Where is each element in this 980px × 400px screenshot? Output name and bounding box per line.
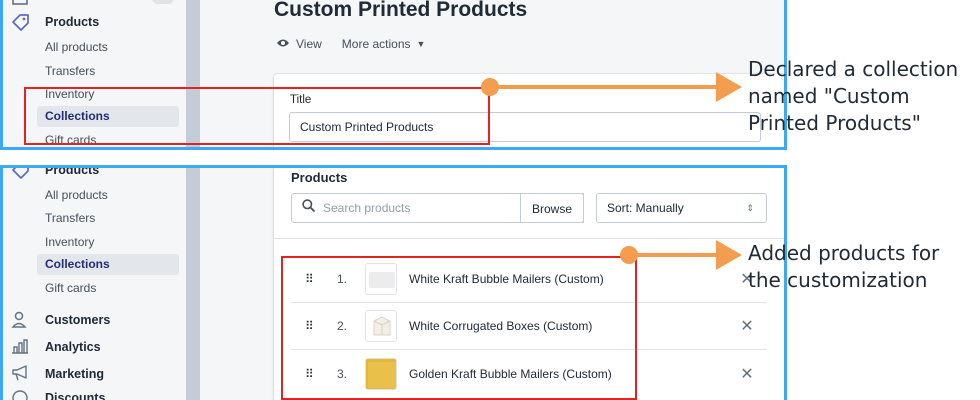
drag-handle-icon[interactable]: ⠿	[305, 367, 327, 381]
callout-dot	[620, 246, 638, 264]
callout-dot	[481, 78, 499, 96]
megaphone-icon	[11, 365, 31, 383]
sidebar-subitem-all-products[interactable]: All products	[45, 188, 108, 202]
sidebar-item-label: Analytics	[45, 340, 101, 354]
drag-handle-icon[interactable]: ⠿	[305, 272, 327, 286]
bar-chart-icon	[11, 338, 31, 356]
product-row[interactable]: ⠿ 1. White Kraft Bubble Mailers (Custom)…	[291, 256, 767, 303]
sidebar-item-products[interactable]: Products	[11, 167, 99, 179]
product-row-number: 1.	[337, 272, 348, 286]
divider	[274, 238, 785, 239]
browse-button[interactable]: Browse	[520, 193, 584, 223]
callout-arrow-line	[490, 85, 722, 89]
products-card: Products Search products Browse Sort: Ma…	[274, 167, 785, 400]
sidebar-subitem-collections[interactable]: Collections	[37, 106, 179, 127]
sidebar-item-marketing[interactable]: Marketing	[11, 365, 104, 383]
annotation-collection: Declared a collection named "Custom Prin…	[748, 57, 959, 135]
more-actions-button[interactable]: More actions	[342, 37, 411, 51]
sidebar-scrollbar[interactable]	[186, 167, 200, 400]
sidebar-subitem-collections[interactable]: Collections	[37, 254, 179, 275]
discount-icon	[11, 389, 31, 400]
sidebar: Products All products Transfers Inventor…	[0, 0, 186, 149]
sidebar-item-label: Products	[45, 15, 100, 29]
callout-arrowhead	[716, 240, 742, 270]
product-row-name[interactable]: Golden Kraft Bubble Mailers (Custom)	[409, 367, 737, 381]
product-row-number: 2.	[337, 319, 348, 333]
title-field-label: Title	[290, 94, 312, 106]
sidebar-subitem-inventory[interactable]: Inventory	[45, 87, 94, 101]
sidebar-item-customers[interactable]: Customers	[11, 311, 110, 329]
callout-arrow-line	[629, 253, 722, 257]
sidebar-item-label: Products	[45, 167, 100, 177]
bottom-screenshot-panel: Products All products Transfers Inventor…	[0, 167, 785, 400]
select-arrows-icon: ⇕	[746, 203, 754, 213]
sidebar-item-products[interactable]: Products	[11, 13, 99, 31]
product-row-number: 3.	[337, 366, 348, 381]
tag-icon	[11, 167, 31, 179]
product-thumbnail	[365, 357, 397, 390]
page-actions: View More actions ▼	[276, 37, 425, 51]
search-icon	[302, 199, 315, 217]
sidebar-subitem-gift-cards[interactable]: Gift cards	[45, 133, 96, 147]
sidebar-subitem-transfers[interactable]: Transfers	[45, 211, 95, 225]
chevron-down-icon: ▼	[416, 39, 426, 49]
sidebar-item-label: Customers	[45, 313, 111, 327]
tag-icon	[11, 13, 31, 31]
product-row[interactable]: ⠿ 2. White Corrugated Boxes (Custom) ✕	[291, 303, 767, 350]
title-input[interactable]: Custom Printed Products	[289, 112, 761, 142]
eye-icon	[276, 37, 290, 51]
callout-arrowhead	[716, 72, 742, 102]
sidebar: Products All products Transfers Inventor…	[0, 167, 186, 400]
sidebar-subitem-gift-cards[interactable]: Gift cards	[45, 281, 96, 295]
sidebar-item-discounts[interactable]: Discounts	[11, 389, 105, 400]
sidebar-item-orders[interactable]	[11, 0, 45, 12]
products-card-heading: Products	[291, 170, 348, 185]
orders-icon	[11, 0, 31, 12]
view-link[interactable]: View	[296, 37, 322, 51]
sidebar-item-label: Discounts	[45, 391, 106, 400]
annotation-products: Added products for the customization	[748, 241, 940, 292]
product-row[interactable]: ⠿ 3. Golden Kraft Bubble Mailers (Custom…	[291, 350, 767, 397]
sidebar-subitem-all-products[interactable]: All products	[45, 40, 108, 54]
notification-badge	[152, 0, 174, 4]
sidebar-subitem-transfers[interactable]: Transfers	[45, 64, 95, 78]
product-thumbnail	[365, 310, 397, 342]
sidebar-item-label: Marketing	[45, 367, 105, 381]
sidebar-subitem-inventory[interactable]: Inventory	[45, 235, 94, 249]
sidebar-scrollbar[interactable]	[186, 0, 200, 149]
product-thumbnail	[365, 263, 397, 295]
sidebar-item-analytics[interactable]: Analytics	[11, 338, 101, 356]
main-content: Products Search products Browse Sort: Ma…	[200, 167, 785, 400]
product-row-name[interactable]: White Kraft Bubble Mailers (Custom)	[409, 272, 737, 286]
top-screenshot-panel: Products All products Transfers Inventor…	[0, 0, 785, 149]
person-icon	[11, 311, 31, 329]
close-icon[interactable]: ✕	[737, 364, 757, 384]
search-placeholder: Search products	[323, 201, 411, 215]
sort-select-value: Sort: Manually	[607, 201, 684, 215]
sort-select[interactable]: Sort: Manually ⇕	[596, 193, 767, 223]
product-row-name[interactable]: White Corrugated Boxes (Custom)	[409, 319, 737, 333]
close-icon[interactable]: ✕	[737, 316, 757, 336]
page-title: Custom Printed Products	[274, 0, 528, 21]
main-content: Custom Printed Products View More action…	[200, 0, 785, 149]
drag-handle-icon[interactable]: ⠿	[305, 319, 327, 333]
